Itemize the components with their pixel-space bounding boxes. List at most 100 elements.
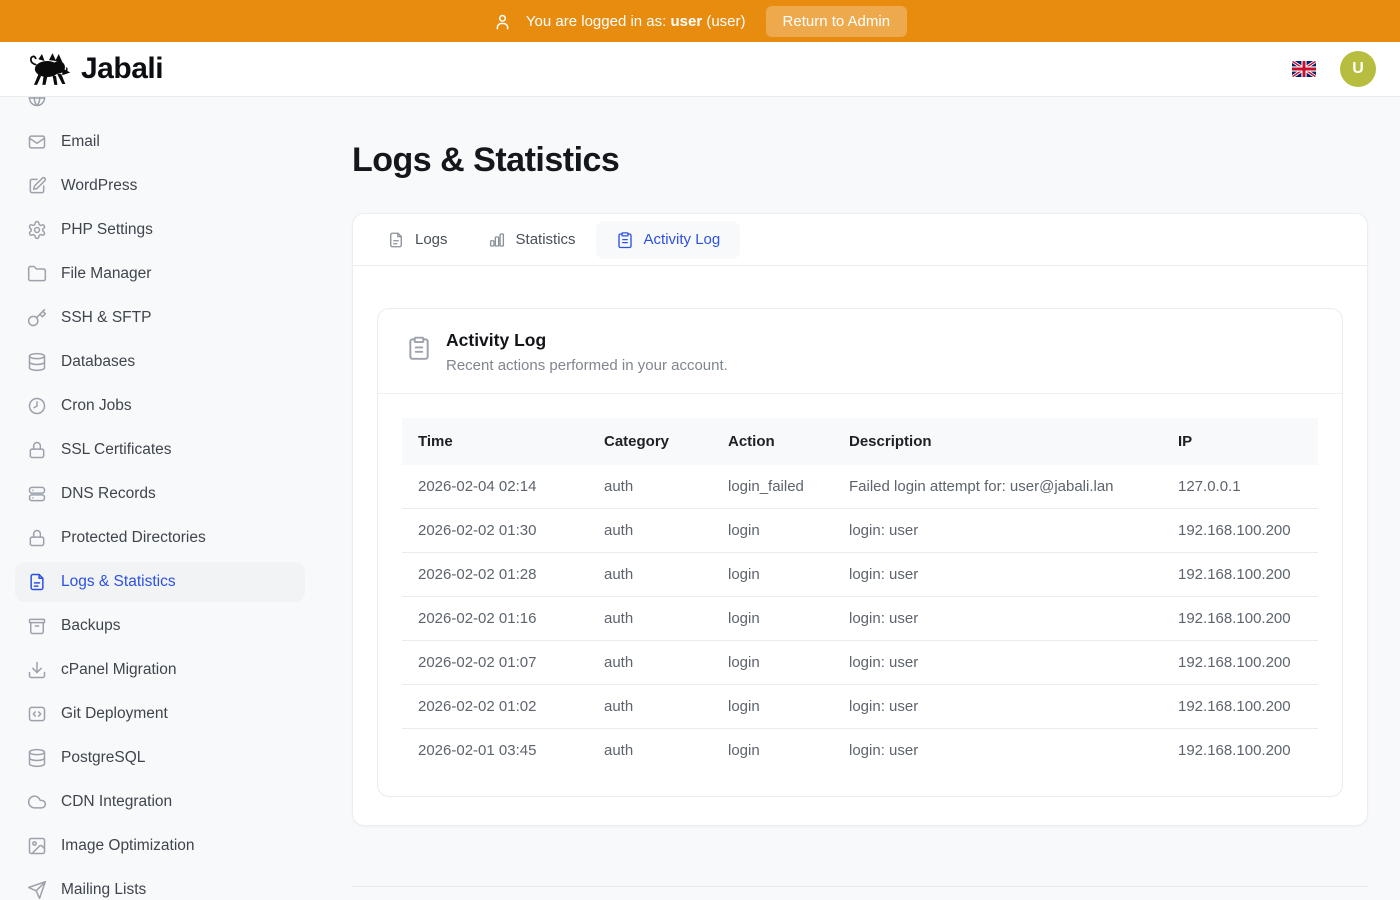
sidebar-item-label: WordPress: [61, 177, 137, 195]
square-pen-icon: [27, 176, 47, 196]
archive-icon: [27, 616, 47, 636]
code-icon: [27, 704, 47, 724]
cell-time: 2026-02-02 01:30: [402, 509, 588, 553]
lock-icon: [27, 440, 47, 460]
cell-action: login: [712, 729, 833, 773]
tab-label: Statistics: [516, 231, 576, 248]
activity-log-card: Activity Log Recent actions performed in…: [377, 308, 1343, 797]
sidebar-item-wordpress[interactable]: WordPress: [15, 166, 305, 206]
brand-logo[interactable]: Jabali: [26, 51, 163, 87]
cell-action: login: [712, 509, 833, 553]
sidebar-item-cron-jobs[interactable]: Cron Jobs: [15, 386, 305, 426]
sidebar-item-databases[interactable]: Databases: [15, 342, 305, 382]
cell-category: auth: [588, 509, 712, 553]
sidebar-item-label: Git Deployment: [61, 705, 168, 723]
impersonation-bar: You are logged in as: user (user) Return…: [0, 0, 1400, 42]
cell-action: login: [712, 685, 833, 729]
table-header-row: Time Category Action Description IP: [402, 418, 1318, 465]
cell-description: login: user: [833, 685, 1162, 729]
cell-description: login: user: [833, 597, 1162, 641]
table-row: 2026-02-04 02:14 auth login_failed Faile…: [402, 465, 1318, 509]
sidebar-item-label: Cron Jobs: [61, 397, 132, 415]
cell-time: 2026-02-04 02:14: [402, 465, 588, 509]
sidebar-item-label: Protected Directories: [61, 529, 206, 547]
activity-log-subtitle: Recent actions performed in your account…: [446, 357, 728, 374]
sidebar-item-cdn-integration[interactable]: CDN Integration: [15, 782, 305, 822]
tab-logs[interactable]: Logs: [367, 221, 468, 259]
sidebar-item-image-optimization[interactable]: Image Optimization: [15, 826, 305, 866]
cell-ip: 127.0.0.1: [1162, 465, 1318, 509]
tab-activity-log[interactable]: Activity Log: [596, 221, 741, 259]
activity-log-card-header: Activity Log Recent actions performed in…: [378, 309, 1342, 394]
sidebar-item-php-settings[interactable]: PHP Settings: [15, 210, 305, 250]
cell-description: login: user: [833, 509, 1162, 553]
sidebar-item-label: Image Optimization: [61, 837, 195, 855]
clipboard-icon: [406, 335, 432, 361]
sidebar-item-ssh-sftp[interactable]: SSH & SFTP: [15, 298, 305, 338]
layout: Email WordPress PHP Settings File Manage…: [0, 97, 1400, 900]
sidebar-item-cpanel-migration[interactable]: cPanel Migration: [15, 650, 305, 690]
sidebar-item-backups[interactable]: Backups: [15, 606, 305, 646]
cell-ip: 192.168.100.200: [1162, 641, 1318, 685]
cell-ip: 192.168.100.200: [1162, 553, 1318, 597]
table-row: 2026-02-02 01:16 auth login login: user …: [402, 597, 1318, 641]
cell-time: 2026-02-02 01:16: [402, 597, 588, 641]
cell-action: login_failed: [712, 465, 833, 509]
col-header-category: Category: [588, 418, 712, 465]
table-row: 2026-02-02 01:30 auth login login: user …: [402, 509, 1318, 553]
database-icon: [27, 352, 47, 372]
table-row: 2026-02-02 01:28 auth login login: user …: [402, 553, 1318, 597]
col-header-ip: IP: [1162, 418, 1318, 465]
cell-category: auth: [588, 465, 712, 509]
sidebar-item-email[interactable]: Email: [15, 122, 305, 162]
file-text-icon: [387, 231, 405, 249]
footer-divider: [352, 886, 1368, 900]
cell-ip: 192.168.100.200: [1162, 597, 1318, 641]
tab-statistics[interactable]: Statistics: [468, 221, 596, 259]
cell-category: auth: [588, 641, 712, 685]
sidebar-item-label: Email: [61, 133, 100, 151]
sidebar-item-label: SSH & SFTP: [61, 309, 151, 327]
folder-icon: [27, 264, 47, 284]
clipboard-icon: [616, 231, 634, 249]
table-row: 2026-02-02 01:07 auth login login: user …: [402, 641, 1318, 685]
user-icon: [493, 12, 512, 31]
sidebar-item-dns-records[interactable]: DNS Records: [15, 474, 305, 514]
main-content: Logs & Statistics Logs Statistics Activi…: [320, 97, 1400, 900]
sidebar-item-logs-statistics[interactable]: Logs & Statistics: [15, 562, 305, 602]
sidebar-item-postgresql[interactable]: PostgreSQL: [15, 738, 305, 778]
table-row: 2026-02-02 01:02 auth login login: user …: [402, 685, 1318, 729]
uk-flag-icon[interactable]: [1292, 61, 1316, 77]
return-to-admin-button[interactable]: Return to Admin: [766, 6, 908, 37]
sidebar-item-ssl-certificates[interactable]: SSL Certificates: [15, 430, 305, 470]
gear-icon: [27, 220, 47, 240]
sidebar-item-git-deployment[interactable]: Git Deployment: [15, 694, 305, 734]
sidebar: Email WordPress PHP Settings File Manage…: [0, 97, 320, 900]
impersonation-role: (user): [706, 13, 745, 30]
sidebar-item-label: Mailing Lists: [61, 881, 146, 899]
lock-icon: [27, 528, 47, 548]
activity-table-wrap: Time Category Action Description IP 2026…: [378, 394, 1342, 796]
impersonation-message: You are logged in as: user (user): [526, 13, 746, 30]
cell-description: login: user: [833, 553, 1162, 597]
col-header-action: Action: [712, 418, 833, 465]
sidebar-item-protected-directories[interactable]: Protected Directories: [15, 518, 305, 558]
sidebar-item-label: SSL Certificates: [61, 441, 172, 459]
sidebar-item-file-manager[interactable]: File Manager: [15, 254, 305, 294]
sidebar-item-label: DNS Records: [61, 485, 156, 503]
activity-log-title: Activity Log: [446, 330, 728, 351]
cell-category: auth: [588, 729, 712, 773]
tab-label: Logs: [415, 231, 448, 248]
col-header-time: Time: [402, 418, 588, 465]
sidebar-item-partial[interactable]: [15, 97, 305, 118]
mail-icon: [27, 132, 47, 152]
avatar[interactable]: U: [1340, 51, 1376, 87]
brand-name: Jabali: [81, 52, 163, 86]
database-icon: [27, 748, 47, 768]
sidebar-item-mailing-lists[interactable]: Mailing Lists: [15, 870, 305, 900]
sidebar-item-label: Backups: [61, 617, 120, 635]
cell-time: 2026-02-02 01:28: [402, 553, 588, 597]
header-right: U: [1292, 51, 1384, 87]
page-title: Logs & Statistics: [352, 141, 1368, 180]
cell-category: auth: [588, 597, 712, 641]
